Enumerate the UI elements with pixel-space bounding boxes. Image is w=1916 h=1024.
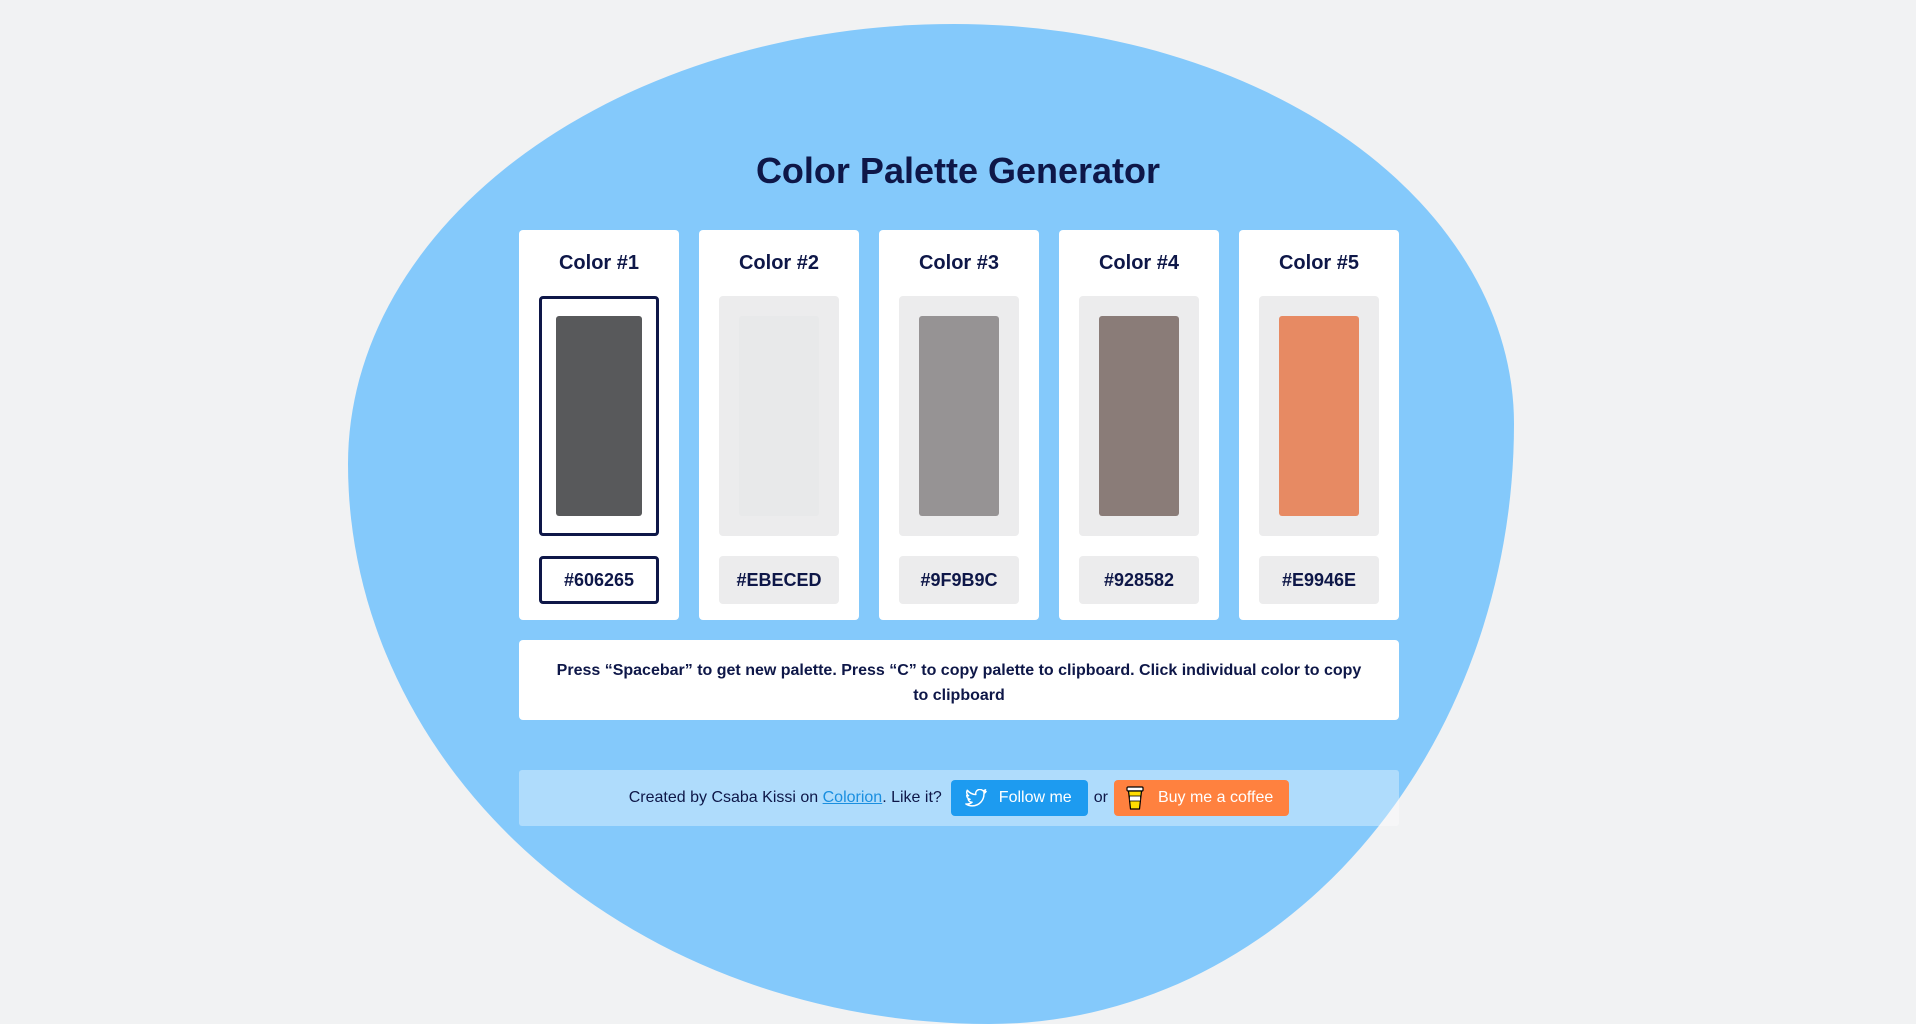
color-card-4[interactable]: Color #4 #928582 [1059, 230, 1219, 620]
color-swatch[interactable] [739, 316, 819, 516]
footer-or-text: or [1093, 789, 1108, 806]
footer-bar: Created by Csaba Kissi on Colorion . Lik… [519, 770, 1399, 826]
colorion-link[interactable]: Colorion [823, 789, 883, 807]
page-title: Color Palette Generator [755, 150, 1161, 191]
color-swatch[interactable] [1099, 316, 1179, 516]
follow-me-label: Follow me [998, 789, 1072, 806]
hex-code[interactable]: #928582 [1079, 556, 1199, 604]
color-card-label: Color #2 [738, 252, 820, 274]
swatch-frame [539, 296, 659, 536]
instructions-panel: Press “Spacebar” to get new palette. Pre… [519, 640, 1399, 720]
footer-like-text: . Like it? [882, 789, 942, 806]
buy-me-a-coffee-button[interactable]: Buy me a coffee [1113, 780, 1290, 816]
hex-code[interactable]: #606265 [539, 556, 659, 604]
coffee-cup-icon [1126, 785, 1144, 811]
instructions-text: Press “Spacebar” to get new palette. Pre… [556, 662, 1362, 704]
color-swatch[interactable] [556, 316, 642, 516]
color-card-1[interactable]: Color #1 #606265 [519, 230, 679, 620]
color-swatch[interactable] [919, 316, 999, 516]
color-card-3[interactable]: Color #3 #9F9B9C [879, 230, 1039, 620]
swatch-frame [1259, 296, 1379, 536]
swatch-frame [719, 296, 839, 536]
color-card-2[interactable]: Color #2 #EBECED [699, 230, 859, 620]
hex-code[interactable]: #9F9B9C [899, 556, 1019, 604]
color-swatch[interactable] [1279, 316, 1359, 516]
swatch-frame [1079, 296, 1199, 536]
color-card-label: Color #1 [558, 252, 640, 274]
follow-me-button[interactable]: Follow me [950, 780, 1088, 816]
buy-me-a-coffee-label: Buy me a coffee [1157, 789, 1274, 806]
color-card-label: Color #5 [1278, 252, 1360, 274]
footer-credit-text: Created by Csaba Kissi on [628, 789, 823, 806]
swatch-frame [899, 296, 1019, 536]
color-card-5[interactable]: Color #5 #E9946E [1239, 230, 1399, 620]
twitter-bird-icon [964, 788, 987, 808]
color-card-label: Color #4 [1098, 252, 1180, 274]
palette-cards: Color #1 #606265 Color #2 #EBECED Color … [519, 230, 1399, 620]
hex-code[interactable]: #E9946E [1259, 556, 1379, 604]
hex-code[interactable]: #EBECED [719, 556, 839, 604]
color-card-label: Color #3 [918, 252, 1000, 274]
